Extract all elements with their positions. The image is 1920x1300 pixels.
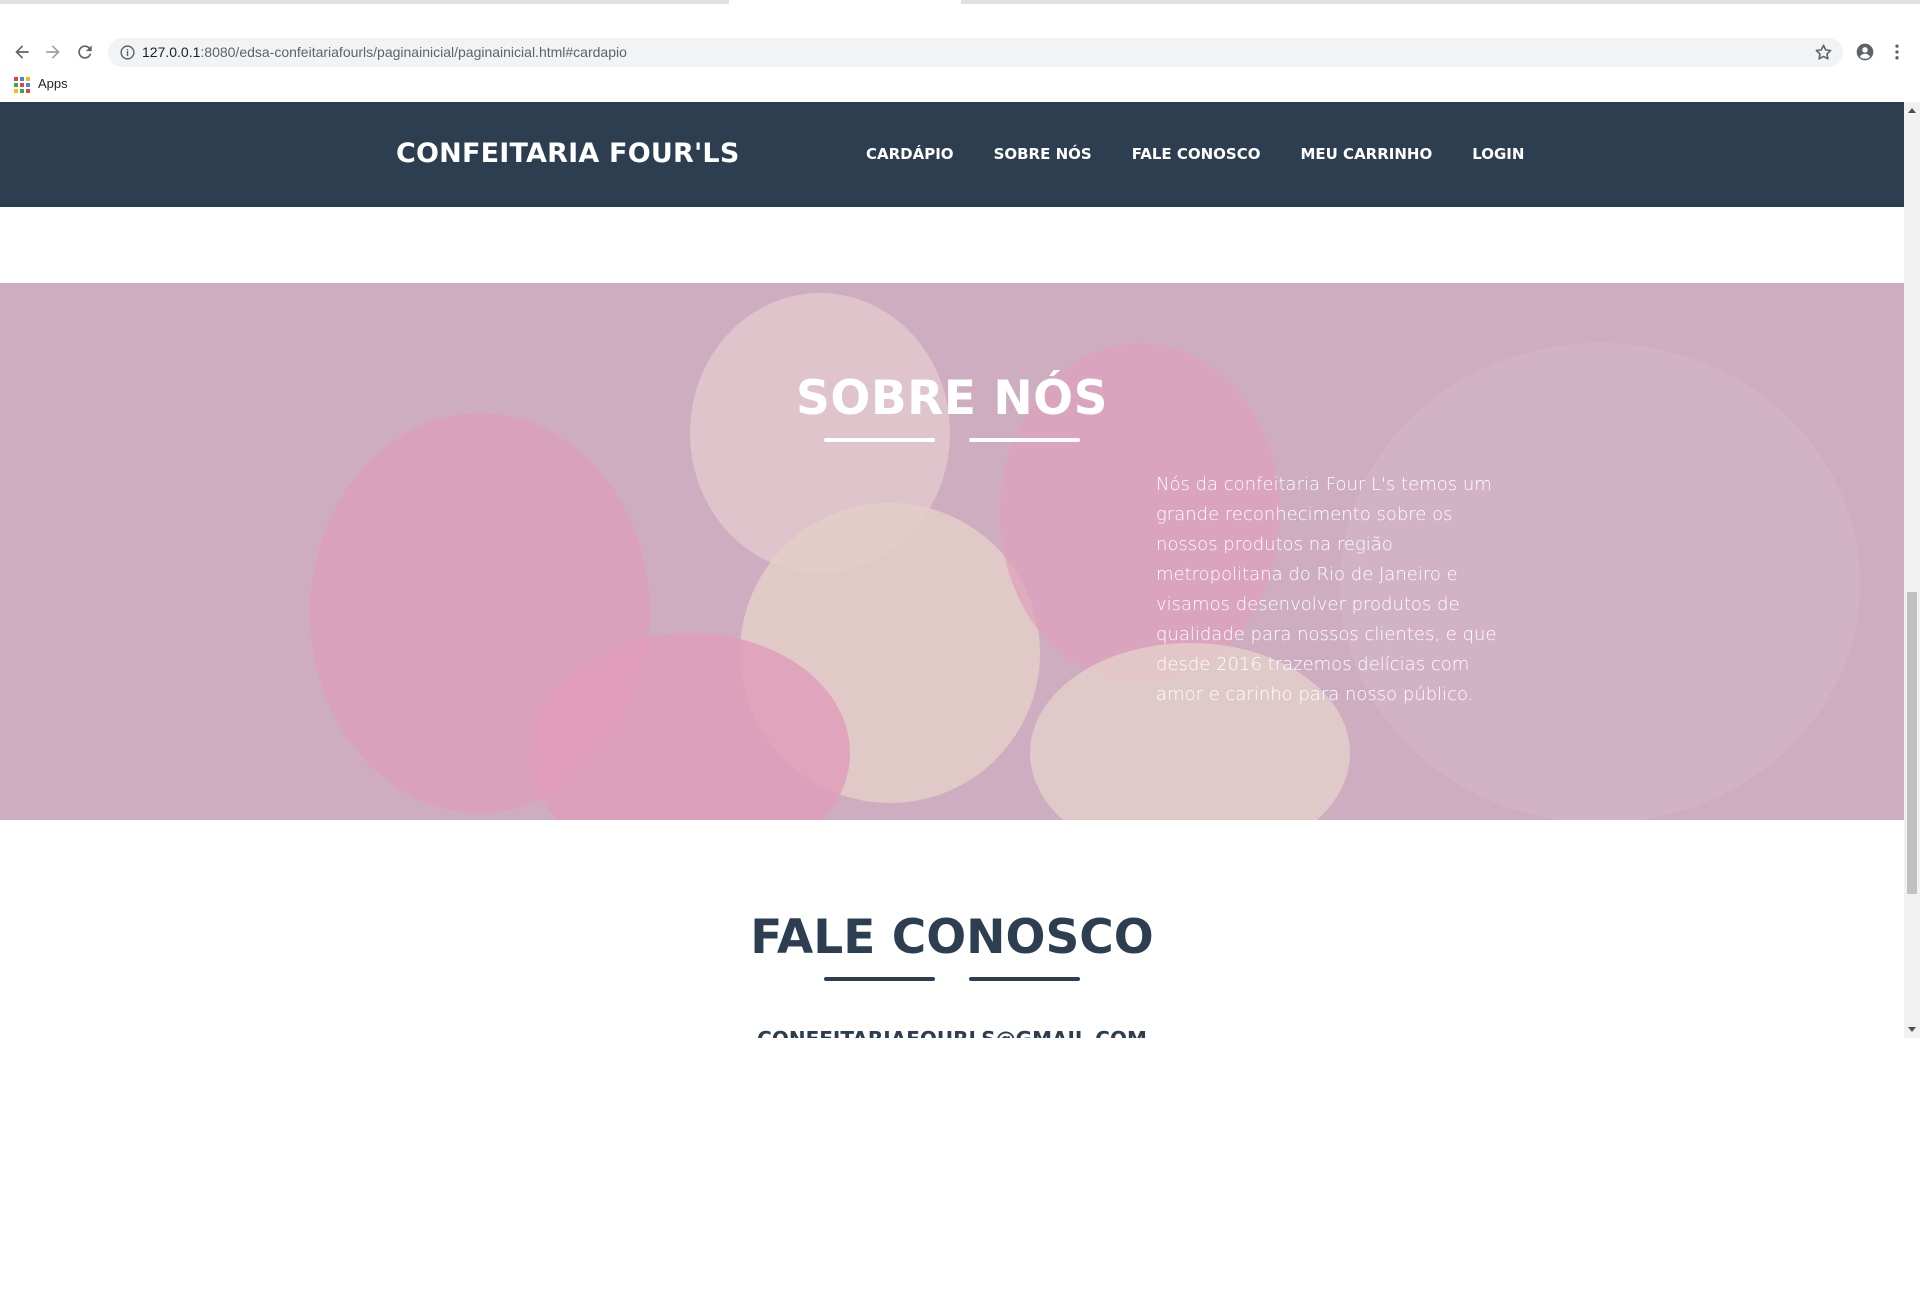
site-brand[interactable]: CONFEITARIA FOUR'LS bbox=[396, 138, 739, 169]
cupcakes-background-image bbox=[0, 283, 1904, 820]
contact-title: FALE CONOSCO bbox=[750, 910, 1154, 965]
scrollbar-thumb[interactable] bbox=[1907, 592, 1917, 894]
reload-icon bbox=[78, 45, 92, 59]
apps-grid-icon[interactable] bbox=[14, 77, 30, 93]
info-icon[interactable] bbox=[119, 44, 136, 61]
account-icon bbox=[1856, 43, 1874, 61]
page-scrollbar[interactable] bbox=[1904, 102, 1920, 1038]
star-icon[interactable] bbox=[1814, 43, 1833, 62]
menu-dots-icon bbox=[1895, 44, 1899, 60]
page-viewport: CONFEITARIA FOUR'LS CARDÁPIO SOBRE NÓS F… bbox=[0, 102, 1904, 1038]
bookmarks-bar: Apps bbox=[0, 72, 1920, 102]
forward-button[interactable] bbox=[37, 36, 69, 68]
contact-divider bbox=[824, 977, 1080, 981]
url-path: :8080/edsa-confeitariafourls/paginainici… bbox=[200, 44, 627, 60]
tab-strip bbox=[0, 0, 1920, 4]
scroll-up-arrow-icon[interactable] bbox=[1908, 108, 1916, 113]
back-button[interactable] bbox=[6, 36, 38, 68]
scroll-down-arrow-icon[interactable] bbox=[1908, 1027, 1916, 1032]
about-text: Nós da confeitaria Four L's temos um gra… bbox=[1156, 474, 1497, 705]
about-title: SOBRE NÓS bbox=[796, 371, 1108, 426]
browser-menu-button[interactable] bbox=[1881, 36, 1913, 68]
about-section: SOBRE NÓS Nós da confeitaria Four L's te… bbox=[0, 283, 1904, 820]
browser-chrome: 127.0.0.1:8080/edsa-confeitariafourls/pa… bbox=[0, 0, 1920, 102]
active-tab[interactable] bbox=[729, 0, 961, 4]
reload-button[interactable] bbox=[69, 36, 101, 68]
forward-arrow-icon bbox=[46, 45, 60, 59]
address-bar[interactable]: 127.0.0.1:8080/edsa-confeitariafourls/pa… bbox=[108, 38, 1843, 67]
about-divider bbox=[824, 438, 1080, 442]
site-nav: CARDÁPIO SOBRE NÓS FALE CONOSCO MEU CARR… bbox=[866, 144, 1564, 168]
nav-link-meu-carrinho[interactable]: MEU CARRINHO bbox=[1300, 144, 1432, 168]
nav-link-cardapio[interactable]: CARDÁPIO bbox=[866, 144, 954, 168]
url-text[interactable]: 127.0.0.1:8080/edsa-confeitariafourls/pa… bbox=[142, 44, 627, 61]
nav-link-sobre-nos[interactable]: SOBRE NÓS bbox=[994, 144, 1092, 168]
url-host: 127.0.0.1 bbox=[142, 44, 201, 60]
profile-button[interactable] bbox=[1849, 36, 1881, 68]
back-arrow-icon bbox=[15, 45, 29, 59]
site-header: CONFEITARIA FOUR'LS CARDÁPIO SOBRE NÓS F… bbox=[0, 102, 1904, 207]
contact-email[interactable]: CONFEITARIAFOURLS@GMAIL.COM bbox=[0, 1027, 1904, 1038]
browser-toolbar: 127.0.0.1:8080/edsa-confeitariafourls/pa… bbox=[0, 36, 1920, 68]
nav-link-login[interactable]: LOGIN bbox=[1472, 144, 1524, 168]
nav-link-fale-conosco[interactable]: FALE CONOSCO bbox=[1132, 144, 1261, 168]
apps-bookmark[interactable]: Apps bbox=[38, 76, 68, 91]
